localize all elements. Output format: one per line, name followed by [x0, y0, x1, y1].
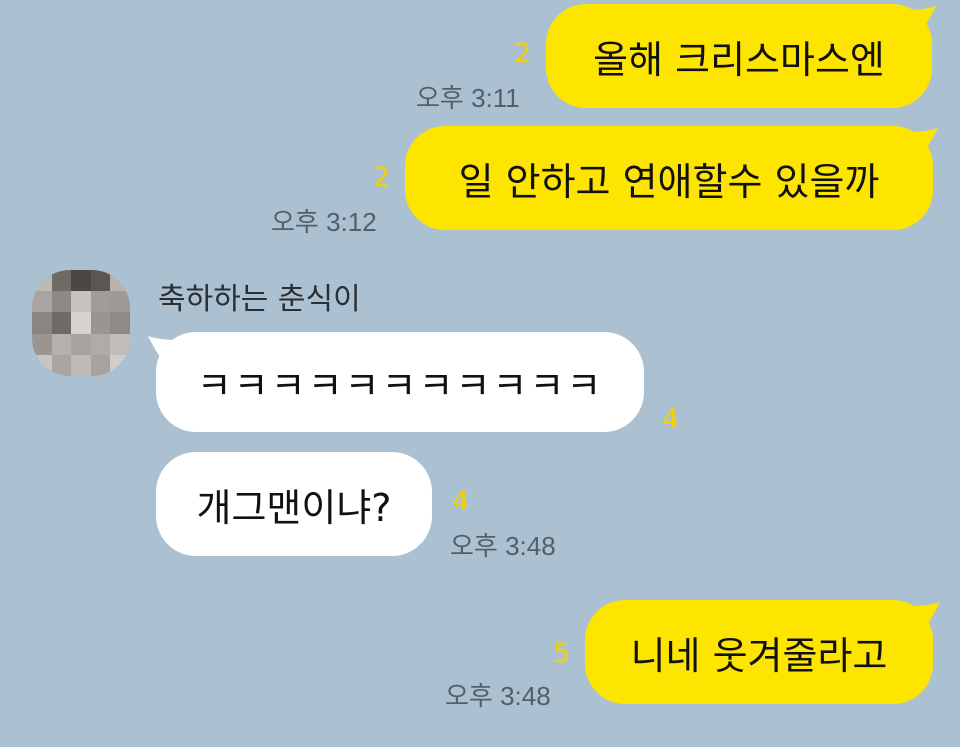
message-bubble-sent[interactable]: 니네 웃겨줄라고 [585, 600, 933, 704]
message-text: 올해 크리스마스엔 [593, 37, 885, 82]
message-bubble-received[interactable]: ㅋㅋㅋㅋㅋㅋㅋㅋㅋㅋㅋ [156, 332, 644, 432]
unread-count: 2 [514, 38, 532, 69]
message-time: 오후 3:12 [271, 207, 377, 237]
sender-avatar[interactable] [32, 270, 130, 376]
message-text: 니네 웃겨줄라고 [630, 633, 888, 678]
message-time: 오후 3:11 [416, 83, 520, 113]
unread-count: 5 [553, 638, 571, 669]
message-text: 개그맨이냐? [196, 485, 392, 530]
unread-count: 4 [662, 404, 680, 435]
unread-count: 2 [373, 162, 391, 193]
message-bubble-sent[interactable]: 올해 크리스마스엔 [546, 4, 932, 108]
message-time: 오후 3:48 [450, 531, 556, 561]
unread-count: 4 [452, 486, 470, 517]
message-time: 오후 3:48 [445, 681, 551, 711]
message-text: ㅋㅋㅋㅋㅋㅋㅋㅋㅋㅋㅋ [196, 363, 604, 408]
message-text: 일 안하고 연애할수 있을까 [458, 159, 880, 204]
sender-name: 축하하는 춘식이 [158, 282, 361, 317]
message-bubble-received[interactable]: 개그맨이냐? [156, 452, 432, 556]
message-bubble-sent[interactable]: 일 안하고 연애할수 있을까 [405, 126, 933, 230]
